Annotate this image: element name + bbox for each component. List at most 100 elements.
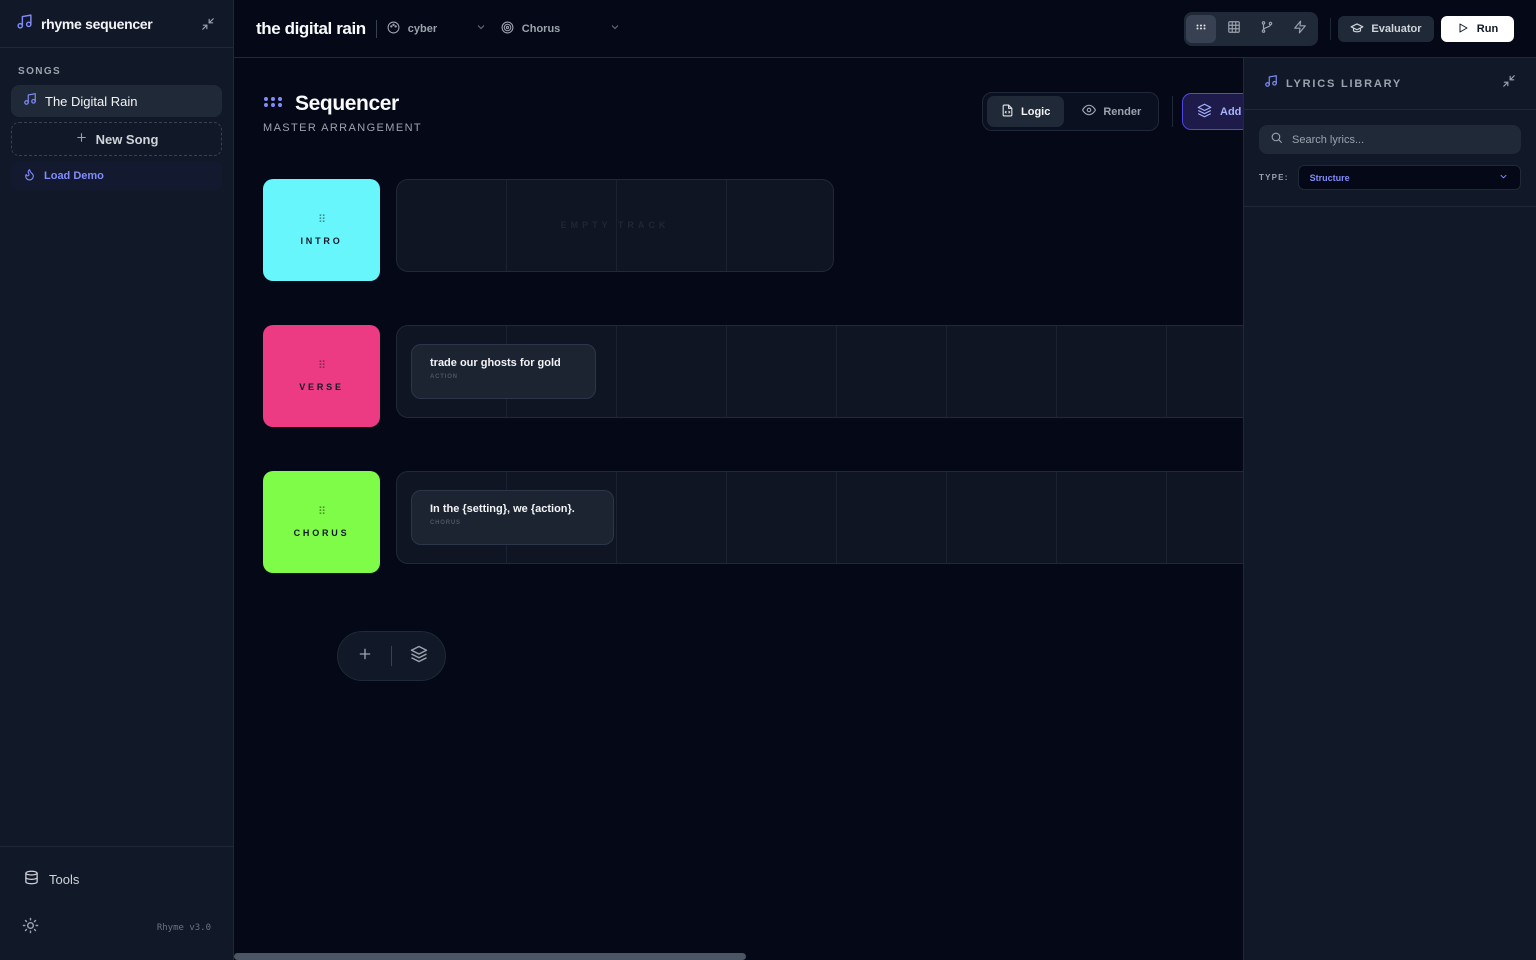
load-demo-button[interactable]: Load Demo [11, 162, 222, 190]
lyric-block-type: CHORUS [430, 520, 461, 526]
flame-icon [23, 168, 36, 184]
songs-section-label: SONGS [18, 66, 62, 77]
lane-cell[interactable] [617, 472, 727, 563]
lyrics-search-input[interactable] [1292, 133, 1492, 146]
sidebar-bottom-row: Rhyme v3.0 [0, 917, 233, 939]
horizontal-scrollbar[interactable] [234, 953, 746, 960]
section-select[interactable]: Chorus [501, 21, 621, 37]
render-mode-label: Render [1103, 105, 1142, 118]
view-switcher [1184, 12, 1318, 46]
palette-icon [387, 21, 400, 37]
track-label: VERSE [299, 381, 344, 392]
branch-view-button[interactable] [1252, 15, 1282, 43]
lane-cell[interactable] [947, 326, 1057, 417]
run-button[interactable]: Run [1441, 16, 1514, 42]
theme-select[interactable]: cyber [387, 21, 487, 37]
version-label: Rhyme v3.0 [156, 923, 211, 933]
lyric-block[interactable]: trade our ghosts for gold ACTION [411, 344, 596, 399]
divider [1172, 96, 1173, 127]
evaluator-label: Evaluator [1371, 23, 1422, 35]
lyrics-library-title: LYRICS LIBRARY [1286, 77, 1403, 90]
track-tile-verse[interactable]: ⠿ VERSE [263, 325, 380, 427]
divider [1330, 18, 1331, 40]
music-note-icon [23, 92, 37, 111]
load-demo-label: Load Demo [44, 170, 104, 182]
divider [375, 19, 377, 38]
app-root: rhyme sequencer SONGS The Digital Rain N… [0, 0, 1536, 960]
layers-icon [410, 645, 428, 668]
track-lane[interactable]: In the {setting}, we {action}. CHORUS [396, 471, 1244, 564]
sidebar: rhyme sequencer SONGS The Digital Rain N… [0, 0, 234, 960]
section-select-value: Chorus [521, 22, 561, 35]
song-item-the-digital-rain[interactable]: The Digital Rain [11, 85, 222, 117]
lane-cell[interactable] [727, 472, 837, 563]
lightning-view-button[interactable] [1285, 15, 1315, 43]
floating-action-bar [337, 631, 446, 681]
app-name: rhyme sequencer [41, 15, 153, 32]
grid-dots-view-button[interactable] [1186, 15, 1216, 43]
app-logo[interactable]: rhyme sequencer [16, 13, 153, 35]
lane-cell[interactable] [1167, 472, 1244, 563]
add-button[interactable]: Add [1182, 93, 1244, 130]
play-icon [1457, 22, 1469, 37]
sun-icon[interactable] [22, 917, 39, 939]
tools-button[interactable]: Tools [0, 867, 233, 891]
logic-mode-label: Logic [1021, 105, 1051, 118]
sidebar-footer: Tools Rhyme v3.0 [0, 846, 233, 960]
render-mode-button[interactable]: Render [1068, 96, 1155, 127]
drag-handle-icon[interactable]: ⠿ [318, 360, 326, 372]
search-icon [1270, 131, 1283, 149]
track-chorus: ⠿ CHORUS In the {setting}, we {action}. … [263, 471, 1244, 573]
evaluator-button[interactable]: Evaluator [1338, 16, 1434, 42]
lane-cell[interactable] [1057, 326, 1167, 417]
lyrics-library-panel: LYRICS LIBRARY TYPE: Structure [1243, 58, 1536, 960]
add-layer-button[interactable] [392, 631, 445, 681]
top-bar: the digital rain cyber Chorus Evaluator … [234, 0, 1536, 58]
chevron-down-icon [1498, 171, 1509, 184]
track-intro: ⠿ INTRO EMPTY TRACK [263, 179, 1244, 281]
track-tile-chorus[interactable]: ⠿ CHORUS [263, 471, 380, 573]
lyrics-search [1259, 125, 1521, 154]
eye-icon [1082, 103, 1097, 120]
sequencer-header: Sequencer MASTER ARRANGEMENT [263, 92, 422, 134]
lane-cell[interactable] [617, 326, 727, 417]
page-subtitle: MASTER ARRANGEMENT [263, 122, 423, 134]
database-icon [24, 870, 39, 888]
lane-cell[interactable] [1057, 472, 1167, 563]
add-track-button[interactable] [338, 631, 391, 681]
layers-icon [1197, 103, 1212, 121]
add-label: Add [1220, 105, 1242, 118]
lightning-icon [1293, 20, 1307, 39]
plus-icon [357, 646, 373, 667]
type-filter-row: TYPE: Structure [1259, 165, 1521, 206]
run-label: Run [1476, 23, 1499, 35]
new-song-button[interactable]: New Song [11, 122, 222, 156]
dots-grid-icon [263, 95, 283, 113]
logic-mode-button[interactable]: Logic [987, 96, 1065, 127]
lane-cell[interactable] [837, 326, 947, 417]
track-lane[interactable]: EMPTY TRACK [396, 179, 834, 272]
type-filter-select[interactable]: Structure [1297, 165, 1521, 190]
track-tile-intro[interactable]: ⠿ INTRO [263, 179, 380, 281]
track-lane[interactable]: trade our ghosts for gold ACTION [396, 325, 1244, 418]
type-filter-label: TYPE: [1259, 173, 1289, 182]
lane-cell[interactable] [947, 472, 1057, 563]
collapse-icon[interactable] [1502, 74, 1516, 93]
table-icon [1227, 20, 1241, 39]
table-view-button[interactable] [1219, 15, 1249, 43]
drag-handle-icon[interactable]: ⠿ [318, 214, 326, 226]
sequencer-canvas: Sequencer MASTER ARRANGEMENT Logic Rende… [234, 58, 1244, 960]
collapse-icon[interactable] [199, 15, 217, 33]
track-label: INTRO [300, 235, 343, 246]
lyric-block[interactable]: In the {setting}, we {action}. CHORUS [411, 490, 614, 545]
lane-cell[interactable] [837, 472, 947, 563]
lane-cell[interactable] [727, 326, 837, 417]
type-filter-value: Structure [1309, 172, 1350, 183]
mode-toggle: Logic Render [982, 92, 1159, 131]
graduation-cap-icon [1350, 21, 1364, 38]
lane-cell[interactable] [1167, 326, 1244, 417]
drag-handle-icon[interactable]: ⠿ [318, 506, 326, 518]
lyric-block-text: In the {setting}, we {action}. [430, 503, 575, 515]
music-note-icon [16, 13, 33, 35]
track-label: CHORUS [293, 527, 350, 538]
